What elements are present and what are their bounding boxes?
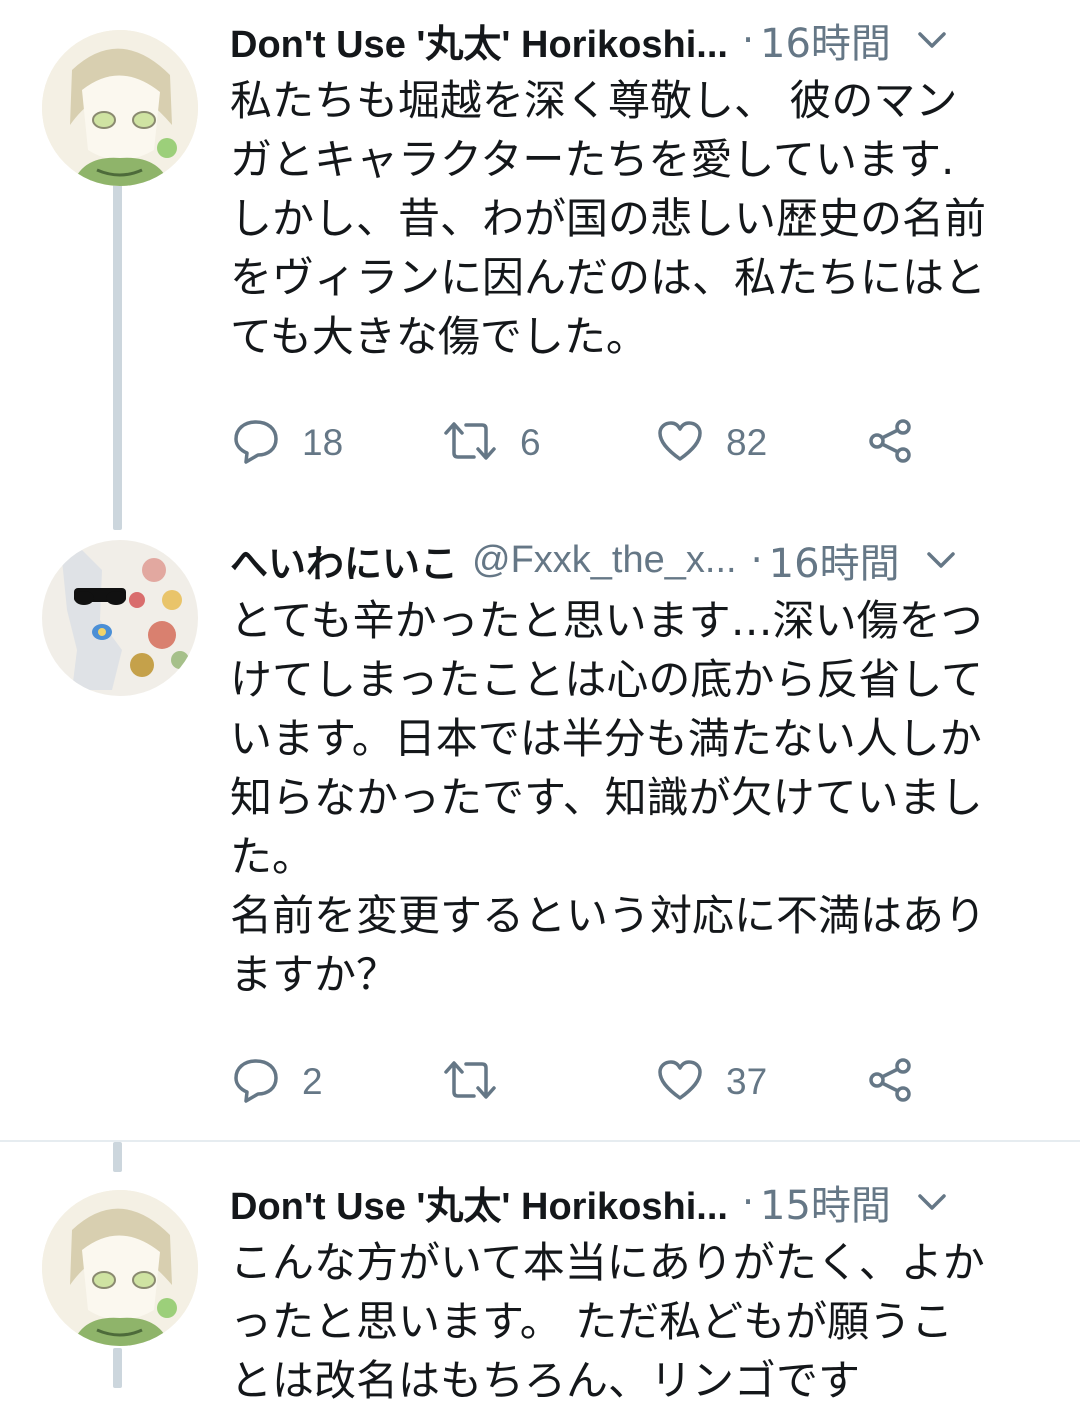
avatar[interactable]: [42, 30, 198, 186]
reply-button[interactable]: 2: [232, 1052, 323, 1112]
reply-count: 18: [302, 422, 344, 463]
separator-dot: ·: [741, 18, 755, 62]
share-button[interactable]: [866, 413, 914, 473]
retweet-count: 6: [520, 422, 541, 463]
display-name[interactable]: Don't Use '丸太' Horikoshi...: [230, 1175, 728, 1230]
user-handle[interactable]: @Fxxk_the_x...: [472, 539, 737, 582]
timestamp[interactable]: 15時間: [760, 1173, 891, 1231]
separator-dot: ·: [741, 1180, 755, 1224]
tweet-1[interactable]: Don't Use '丸太' Horikoshi... · 16時間 私たちも堀…: [0, 0, 1080, 530]
reply-icon: [232, 418, 280, 468]
tweet-actions: 2 37: [232, 1052, 952, 1112]
tweet-text: とても辛かったと思います…深い傷をつ けてしまったことは心の底から反省して いま…: [230, 596, 987, 999]
retweet-icon: [442, 419, 498, 467]
like-icon: [656, 1058, 704, 1106]
timestamp[interactable]: 16時間: [769, 531, 900, 589]
tweet-actions: 18 6 82: [232, 413, 952, 473]
like-button[interactable]: 37: [656, 1052, 767, 1112]
tweet-text: 私たちも堀越を深く尊敬し、 彼のマン ガとキャラクターたちを愛しています. しか…: [230, 76, 987, 361]
display-name[interactable]: Don't Use '丸太' Horikoshi...: [230, 13, 728, 68]
like-count: 82: [726, 422, 768, 463]
display-name[interactable]: へいわにいこ: [230, 533, 458, 588]
like-count: 37: [726, 1061, 768, 1102]
reply-icon: [232, 1057, 280, 1107]
retweet-button[interactable]: 6: [442, 413, 541, 473]
tweet-3[interactable]: Don't Use '丸太' Horikoshi... · 15時間 こんな方が…: [0, 1142, 1080, 1405]
chevron-down-icon[interactable]: [926, 550, 956, 570]
tweet-text: こんな方がいて本当にありがたく、よか ったと思います。 ただ私どもが願うこ とは…: [230, 1238, 985, 1405]
tweet-2[interactable]: へいわにいこ @Fxxk_the_x... · 16時間 とても辛かったと思いま…: [0, 520, 1080, 1140]
reply-count: 2: [302, 1061, 323, 1102]
thread-line: [113, 1348, 122, 1388]
share-icon: [866, 1056, 914, 1108]
retweet-icon: [442, 1058, 498, 1106]
share-icon: [866, 417, 914, 469]
retweet-button[interactable]: [442, 1052, 520, 1112]
share-button[interactable]: [866, 1052, 914, 1112]
avatar[interactable]: [42, 1190, 198, 1346]
reply-button[interactable]: 18: [232, 413, 343, 473]
chevron-down-icon[interactable]: [917, 30, 947, 50]
timestamp[interactable]: 16時間: [760, 11, 891, 69]
thread-line: [113, 182, 122, 530]
like-icon: [656, 419, 704, 467]
chevron-down-icon[interactable]: [917, 1192, 947, 1212]
thread-line: [113, 1142, 122, 1172]
avatar[interactable]: [42, 540, 198, 696]
separator-dot: ·: [750, 538, 763, 582]
like-button[interactable]: 82: [656, 413, 767, 473]
